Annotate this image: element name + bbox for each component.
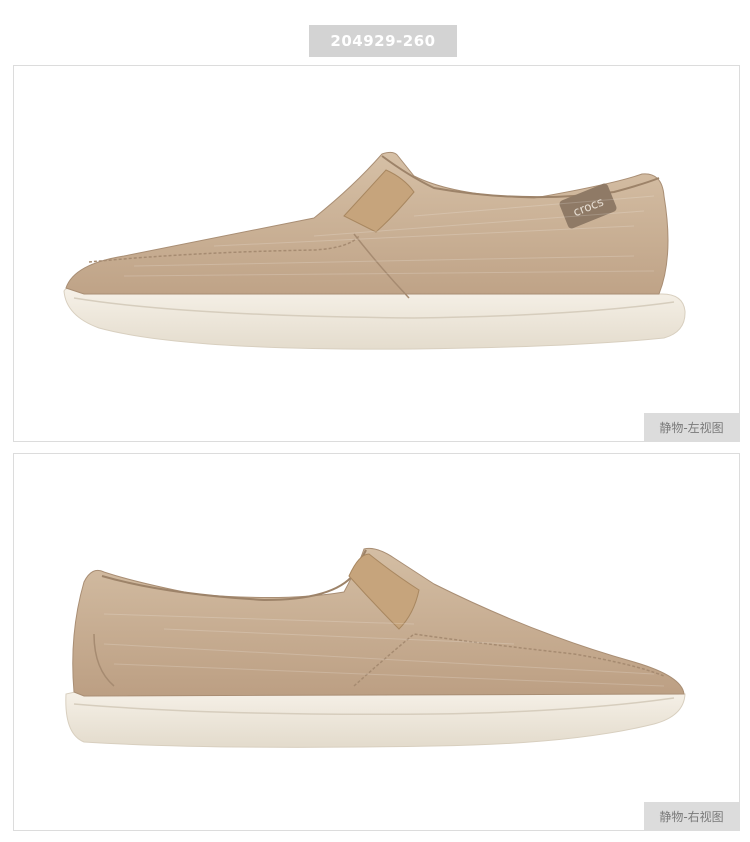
view-label-right: 静物-右视图	[644, 802, 739, 830]
view-label-left: 静物-左视图	[644, 413, 739, 441]
sole	[63, 286, 686, 350]
sku-badge: 204929-260	[309, 25, 457, 57]
right-view-panel: 静物-右视图	[13, 453, 740, 831]
shoe-right-view-image	[65, 547, 686, 748]
left-view-panel: crocs 静物-左视图	[13, 65, 740, 442]
sole	[65, 689, 686, 748]
shoe-left-view-image: crocs	[63, 151, 686, 350]
